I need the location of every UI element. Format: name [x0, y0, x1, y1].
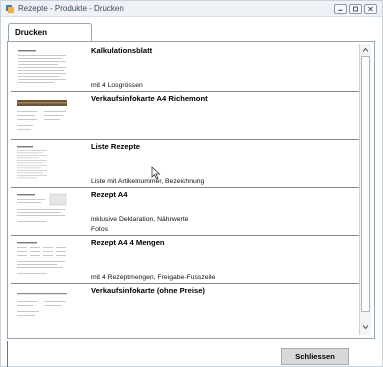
tab-drucken[interactable]: Drucken	[8, 23, 92, 42]
close-button[interactable]: Schliessen	[281, 348, 349, 365]
scrollbar-thumb[interactable]	[361, 56, 370, 312]
list-item[interactable]: Verkaufsinfokarte A4 Richemont	[11, 92, 359, 140]
list-scrollbar[interactable]	[359, 44, 371, 335]
list-item[interactable]: Rezept A4 4 Mengen mit 4 Rezeptmengen, F…	[11, 236, 359, 284]
report-title: Verkaufsinfokarte A4 Richemont	[91, 94, 208, 103]
list-item[interactable]: Kalkulationsblatt mit 4 Losgrössen	[11, 44, 359, 92]
window-title: Rezepte - Produkte - Drucken	[18, 4, 124, 13]
list-item[interactable]: Verkaufsinfokarte (ohne Preise)	[11, 284, 359, 335]
minimize-button[interactable]	[334, 4, 347, 14]
close-window-button[interactable]	[364, 4, 377, 14]
maximize-icon	[353, 6, 358, 12]
minimize-icon	[338, 9, 343, 11]
print-dialog-window: Rezepte - Produkte - Drucken Drucken Kal…	[0, 0, 383, 367]
report-description: mit 4 Losgrössen	[91, 82, 143, 89]
tab-label: Drucken	[15, 28, 48, 37]
report-thumbnail	[14, 287, 70, 328]
report-title: Rezept A4	[91, 190, 128, 199]
report-thumbnail	[14, 47, 70, 88]
scroll-down-icon[interactable]	[361, 322, 370, 332]
report-thumbnail	[14, 239, 70, 280]
report-title: Liste Rezepte	[91, 142, 140, 151]
report-description: Liste mit Artikelnummer, Bezeichnung	[91, 178, 205, 185]
print-report-list[interactable]: Kalkulationsblatt mit 4 Losgrössen Verka…	[11, 44, 359, 335]
report-description: inklusive Deklaration, Nährwerte	[91, 216, 189, 223]
report-title: Verkaufsinfokarte (ohne Preise)	[91, 286, 205, 295]
report-thumbnail	[14, 143, 70, 184]
report-title: Kalkulationsblatt	[91, 46, 153, 55]
list-item[interactable]: Liste Rezepte Liste mit Artikelnummer, B…	[11, 140, 359, 188]
scroll-up-icon[interactable]	[361, 45, 370, 55]
report-title: Rezept A4 4 Mengen	[91, 238, 165, 247]
report-thumbnail	[14, 191, 70, 232]
report-thumbnail	[14, 95, 70, 136]
app-printer-icon	[6, 5, 14, 13]
tab-strip: Drucken	[5, 23, 378, 42]
footer-divider	[7, 341, 8, 367]
maximize-button[interactable]	[349, 4, 362, 14]
title-bar[interactable]: Rezepte - Produkte - Drucken	[1, 1, 382, 17]
list-item[interactable]: Rezept A4 inklusive Deklaration, Nährwer…	[11, 188, 359, 236]
report-description-line-2: Fotos	[91, 226, 108, 233]
close-icon	[368, 6, 373, 12]
mouse-cursor-icon	[151, 166, 161, 180]
report-description: mit 4 Rezeptmengen, Freigabe-Fusszeile	[91, 274, 216, 281]
